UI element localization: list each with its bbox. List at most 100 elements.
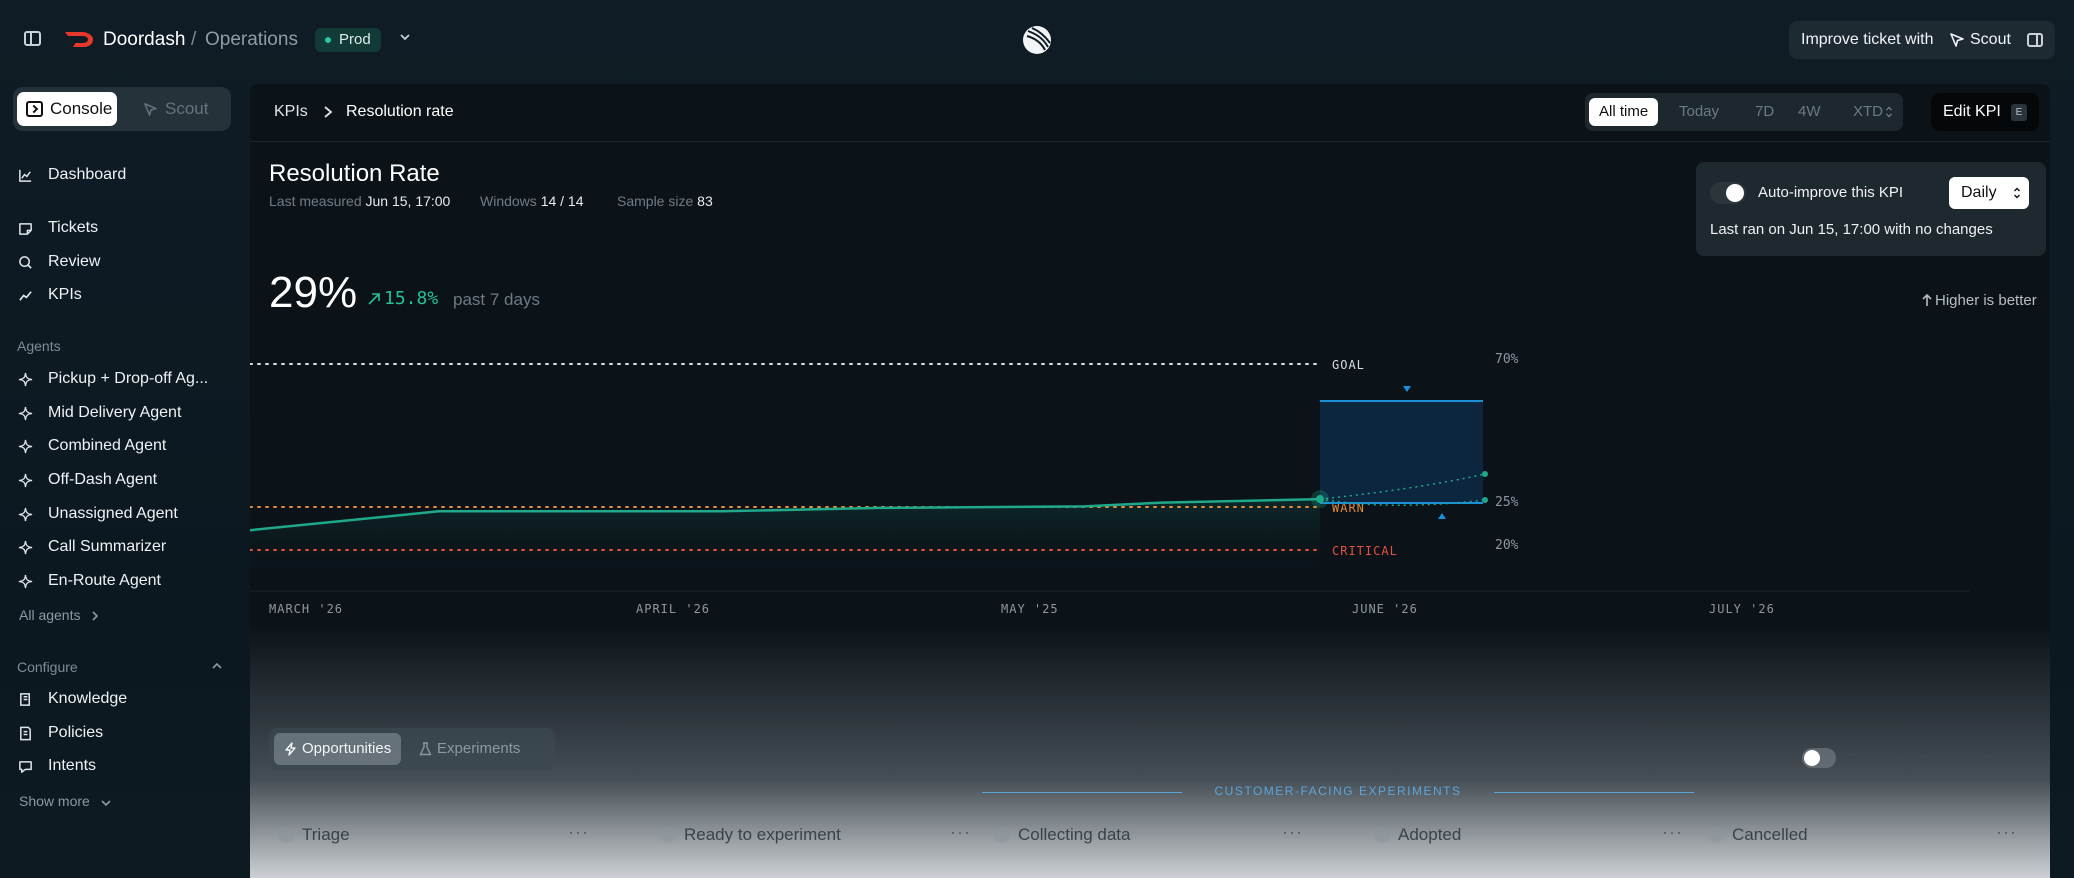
sidebar-item-tickets[interactable]: Tickets bbox=[18, 217, 228, 239]
shortcut-badge: E bbox=[2011, 104, 2027, 121]
range-7d[interactable]: 7D bbox=[1755, 98, 1774, 126]
all-agents-label: All agents bbox=[19, 607, 81, 623]
forecast-band bbox=[1320, 401, 1483, 503]
sidebar-toggle-icon[interactable] bbox=[24, 31, 41, 46]
experiments-group-header: CUSTOMER-FACING EXPERIMENTS bbox=[982, 784, 1694, 800]
direction-label: Higher is better bbox=[1935, 292, 2037, 309]
status-icon bbox=[278, 827, 294, 843]
sidebar-item-agent[interactable]: Combined Agent bbox=[18, 435, 228, 457]
env-badge[interactable]: Prod bbox=[315, 28, 381, 52]
column-adopted[interactable]: Adopted bbox=[1374, 825, 1461, 845]
collapse-toggle[interactable] bbox=[1802, 748, 1836, 768]
sidebar-item-intents[interactable]: Intents bbox=[18, 755, 228, 777]
terminal-icon bbox=[26, 101, 43, 117]
y-tick-label: 25% bbox=[1495, 495, 1519, 510]
edit-kpi-label: Edit KPI bbox=[1943, 103, 2001, 120]
collapse-empty-columns[interactable]: Collapse empty columns bbox=[1802, 748, 2010, 768]
y-tick-label: 20% bbox=[1495, 538, 1519, 553]
console-tab[interactable]: Console bbox=[17, 92, 117, 126]
column-title: Cancelled bbox=[1732, 825, 1808, 844]
delta-period: past 7 days bbox=[453, 290, 540, 309]
env-status-dot bbox=[325, 37, 331, 43]
arrow-up-right-icon bbox=[368, 293, 380, 305]
configure-heading: Configure bbox=[17, 659, 78, 675]
flask-icon bbox=[419, 742, 432, 756]
sparkle-icon bbox=[18, 372, 33, 387]
sidebar-item-agent[interactable]: Mid Delivery Agent bbox=[18, 402, 228, 424]
sidebar-item-policies[interactable]: Policies bbox=[18, 722, 228, 744]
review-icon bbox=[19, 256, 32, 269]
tab-experiments[interactable]: Experiments bbox=[417, 733, 520, 765]
sparkle-icon bbox=[18, 406, 33, 421]
range-4w[interactable]: 4W bbox=[1798, 98, 1821, 126]
breadcrumb-kpis[interactable]: KPIs bbox=[274, 103, 308, 121]
chevron-right-icon bbox=[92, 611, 99, 621]
x-tick-label: MAY '25 bbox=[1001, 602, 1059, 616]
column-triage[interactable]: Triage bbox=[278, 825, 350, 845]
auto-improve-toggle[interactable] bbox=[1710, 182, 1746, 204]
sidebar-item-agent[interactable]: En-Route Agent bbox=[18, 570, 228, 592]
y-tick-label: 70% bbox=[1495, 352, 1519, 367]
forecast-upper-point bbox=[1482, 471, 1488, 478]
sidebar-item-kpis[interactable]: KPIs bbox=[18, 284, 228, 306]
more-icon[interactable]: ··· bbox=[950, 822, 971, 843]
column-title: Adopted bbox=[1398, 825, 1462, 844]
sidebar-item-knowledge[interactable]: Knowledge bbox=[18, 688, 228, 710]
sidebar-item-agent[interactable]: Off-Dash Agent bbox=[18, 469, 228, 491]
sidebar-item-dashboard[interactable]: Dashboard bbox=[18, 164, 228, 186]
range-today[interactable]: Today bbox=[1679, 98, 1719, 126]
last-ran-text: Last ran on Jun 15, 17:00 with no change… bbox=[1710, 221, 1993, 238]
sidebar-item-agent[interactable]: Pickup + Drop-off Ag... bbox=[18, 368, 228, 390]
collapse-label: Collapse empty columns bbox=[1846, 750, 2010, 767]
edit-kpi-button[interactable]: Edit KPI E bbox=[1931, 93, 2039, 131]
sparkle-icon bbox=[18, 473, 33, 488]
column-title: Ready to experiment bbox=[684, 825, 841, 844]
document-icon bbox=[20, 726, 31, 741]
auto-improve-label: Auto-improve this KPI bbox=[1758, 184, 1904, 201]
scout-cursor-icon bbox=[1950, 33, 1964, 47]
column-ready[interactable]: Ready to experiment bbox=[660, 825, 841, 845]
chevron-up-icon[interactable] bbox=[210, 660, 224, 672]
column-collecting[interactable]: Collecting data bbox=[994, 825, 1130, 845]
sidebar-item-label: Policies bbox=[48, 724, 104, 741]
kpi-chart: GOAL 70%WARN 25%CRITICAL 20%MARCH '26 APRIL … bbox=[250, 352, 1970, 616]
page-title: Resolution Rate bbox=[269, 160, 440, 187]
sidebar-item-label: Knowledge bbox=[48, 690, 128, 707]
improve-with-scout-button[interactable]: Improve ticket with Scout bbox=[1789, 21, 2055, 59]
sidebar-item-review[interactable]: Review bbox=[18, 251, 228, 273]
frequency-select[interactable]: Daily bbox=[1949, 177, 2029, 209]
sidebar-item-agent[interactable]: Call Summarizer bbox=[18, 536, 228, 558]
app-logo-icon bbox=[1023, 26, 1051, 54]
column-title: Triage bbox=[302, 825, 350, 844]
sidebar-item-agent[interactable]: Unassigned Agent bbox=[18, 503, 228, 525]
threshold-label-critical: CRITICAL bbox=[1332, 544, 1398, 558]
forecast-lower-point bbox=[1482, 497, 1488, 504]
sidebar-item-label: Unassigned Agent bbox=[48, 505, 178, 522]
board-tab-switch: Opportunities Experiments bbox=[269, 728, 555, 770]
env-chevron-down-icon[interactable] bbox=[396, 28, 414, 46]
range-all-time[interactable]: All time bbox=[1589, 98, 1659, 126]
scout-tab[interactable]: Scout bbox=[143, 92, 208, 126]
show-more-link[interactable]: Show more bbox=[19, 793, 112, 809]
bolt-icon bbox=[285, 742, 296, 756]
stepper-icon[interactable] bbox=[1885, 106, 1893, 118]
delta-value: 15.8% bbox=[384, 288, 439, 309]
scout-label: Scout bbox=[165, 99, 209, 118]
brand-name[interactable]: Doordash bbox=[103, 29, 185, 51]
scout-cursor-icon bbox=[144, 103, 157, 116]
tab-opportunities[interactable]: Opportunities bbox=[274, 733, 402, 765]
status-icon bbox=[1708, 827, 1724, 843]
more-icon[interactable]: ··· bbox=[568, 822, 589, 843]
agents-heading: Agents bbox=[17, 338, 61, 354]
sidebar-item-label: Tickets bbox=[48, 219, 99, 236]
more-icon[interactable]: ··· bbox=[1662, 822, 1683, 843]
all-agents-link[interactable]: All agents bbox=[19, 607, 100, 623]
more-icon[interactable]: ··· bbox=[1996, 822, 2017, 843]
book-icon bbox=[20, 693, 30, 706]
org-name[interactable]: Operations bbox=[205, 29, 298, 51]
column-cancelled[interactable]: Cancelled bbox=[1708, 825, 1808, 845]
more-icon[interactable]: ··· bbox=[1282, 822, 1303, 843]
breadcrumb-current: Resolution rate bbox=[346, 103, 454, 120]
sidebar-item-label: Off-Dash Agent bbox=[48, 471, 158, 488]
range-xtd[interactable]: XTD bbox=[1853, 98, 1883, 126]
